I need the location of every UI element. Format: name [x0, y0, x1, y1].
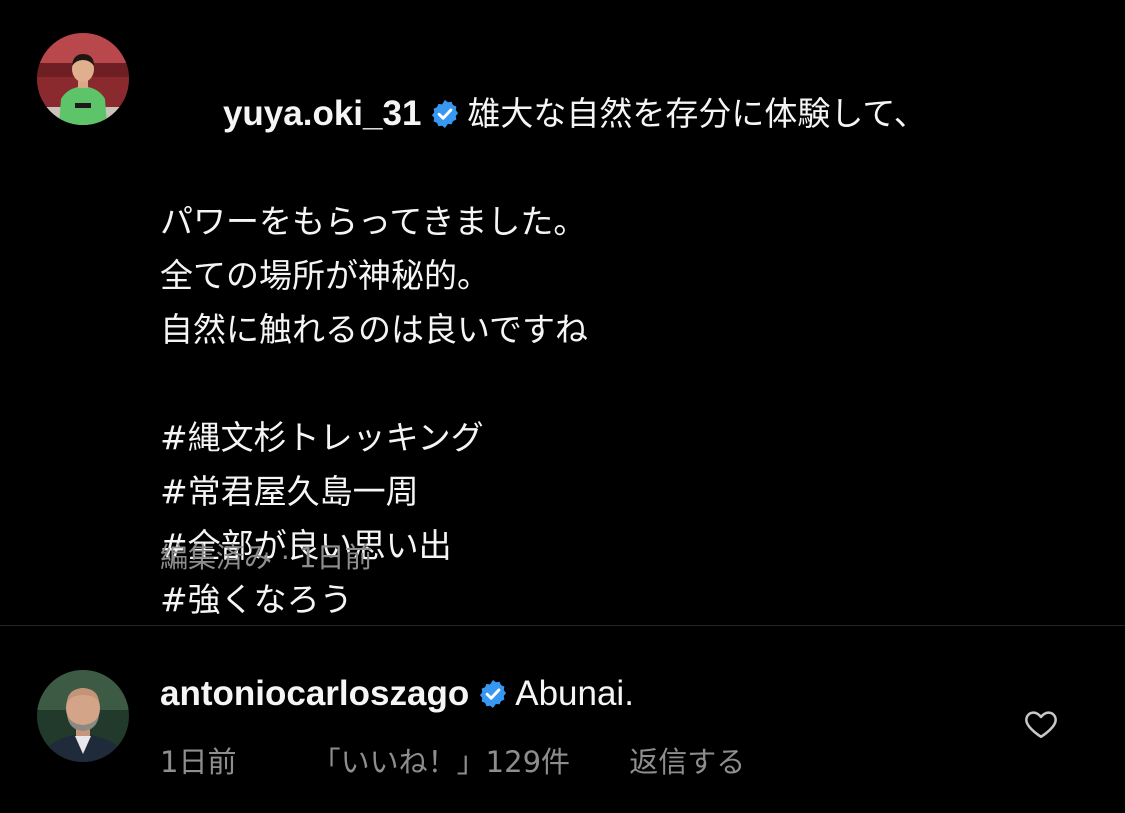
verified-badge-icon [480, 680, 507, 708]
comment-username[interactable]: antoniocarloszago [160, 674, 469, 713]
comment-body: antoniocarloszago Abunai. [160, 673, 634, 715]
heart-outline-icon[interactable] [1023, 706, 1059, 742]
comment-item: antoniocarloszago Abunai. 1日前 「いいね！」129件… [0, 626, 1125, 813]
comment-likes-link[interactable]: 「いいね！」129件 [312, 741, 570, 783]
hashtag-link[interactable]: #強くなろう [160, 573, 1090, 627]
caption-text: 雄大な自然を存分に体験して、 [467, 94, 927, 133]
verified-badge-icon [432, 100, 459, 128]
caption-line: 自然に触れるのは良いですね [160, 310, 589, 349]
commenter-avatar[interactable] [37, 670, 129, 762]
reply-button[interactable]: 返信する [629, 741, 745, 783]
comment-text: Abunai. [515, 674, 634, 713]
hashtag-link[interactable]: #縄文杉トレッキング [160, 411, 1090, 465]
post-author-avatar[interactable] [37, 33, 129, 125]
caption-line: 全ての場所が神秘的。 [160, 256, 490, 295]
comment-actions: 1日前 「いいね！」129件 返信する [160, 741, 745, 783]
hashtag-link[interactable]: #常君屋久島一周 [160, 465, 1090, 519]
post-caption-block: yuya.oki_31 雄大な自然を存分に体験して、 パワーをもらってきました。… [0, 0, 1125, 625]
comment-timestamp: 1日前 [160, 745, 237, 779]
caption-line: パワーをもらってきました。 [160, 202, 587, 241]
post-username[interactable]: yuya.oki_31 [223, 94, 421, 133]
post-edited-timestamp: 編集済み · 1日前 [160, 541, 373, 574]
